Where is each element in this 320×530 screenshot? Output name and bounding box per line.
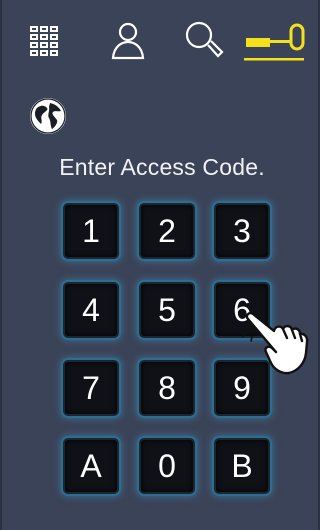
- key-6[interactable]: 6: [214, 282, 270, 338]
- key-label: B: [231, 448, 253, 484]
- key-label: 8: [158, 370, 176, 406]
- key-label: 7: [82, 370, 100, 406]
- key-4[interactable]: 4: [63, 282, 119, 338]
- prompt-text: Enter Access Code.: [59, 154, 265, 180]
- grid-menu-icon[interactable]: [22, 18, 66, 62]
- user-icon[interactable]: [106, 18, 150, 62]
- access-code-screen: Enter Access Code. 1 2 3 4 5 6 7 8 9 A 0…: [0, 0, 320, 530]
- key-label: A: [80, 448, 102, 484]
- key-7[interactable]: 7: [63, 360, 119, 416]
- search-icon[interactable]: [182, 18, 226, 62]
- globe-icon[interactable]: [28, 96, 68, 136]
- key-5[interactable]: 5: [139, 282, 195, 338]
- top-toolbar: [2, 0, 320, 80]
- key-label: 4: [82, 292, 100, 328]
- key-2[interactable]: 2: [139, 203, 195, 259]
- key-0[interactable]: 0: [139, 438, 195, 494]
- key-a[interactable]: A: [63, 438, 119, 494]
- key-8[interactable]: 8: [139, 360, 195, 416]
- key-label: 2: [158, 213, 176, 249]
- key-label: 0: [158, 448, 176, 484]
- key-label: 1: [82, 213, 100, 249]
- key-label: 3: [233, 213, 251, 249]
- key-b[interactable]: B: [214, 438, 270, 494]
- key-label: 9: [233, 370, 251, 406]
- key-label: 6: [233, 292, 251, 328]
- key-9[interactable]: 9: [214, 360, 270, 416]
- key-3[interactable]: 3: [214, 203, 270, 259]
- key-label: 5: [158, 292, 176, 328]
- key-1[interactable]: 1: [63, 203, 119, 259]
- key-icon[interactable]: [242, 18, 306, 62]
- keypad: 1 2 3 4 5 6 7 8 9 A 0 B: [63, 203, 271, 499]
